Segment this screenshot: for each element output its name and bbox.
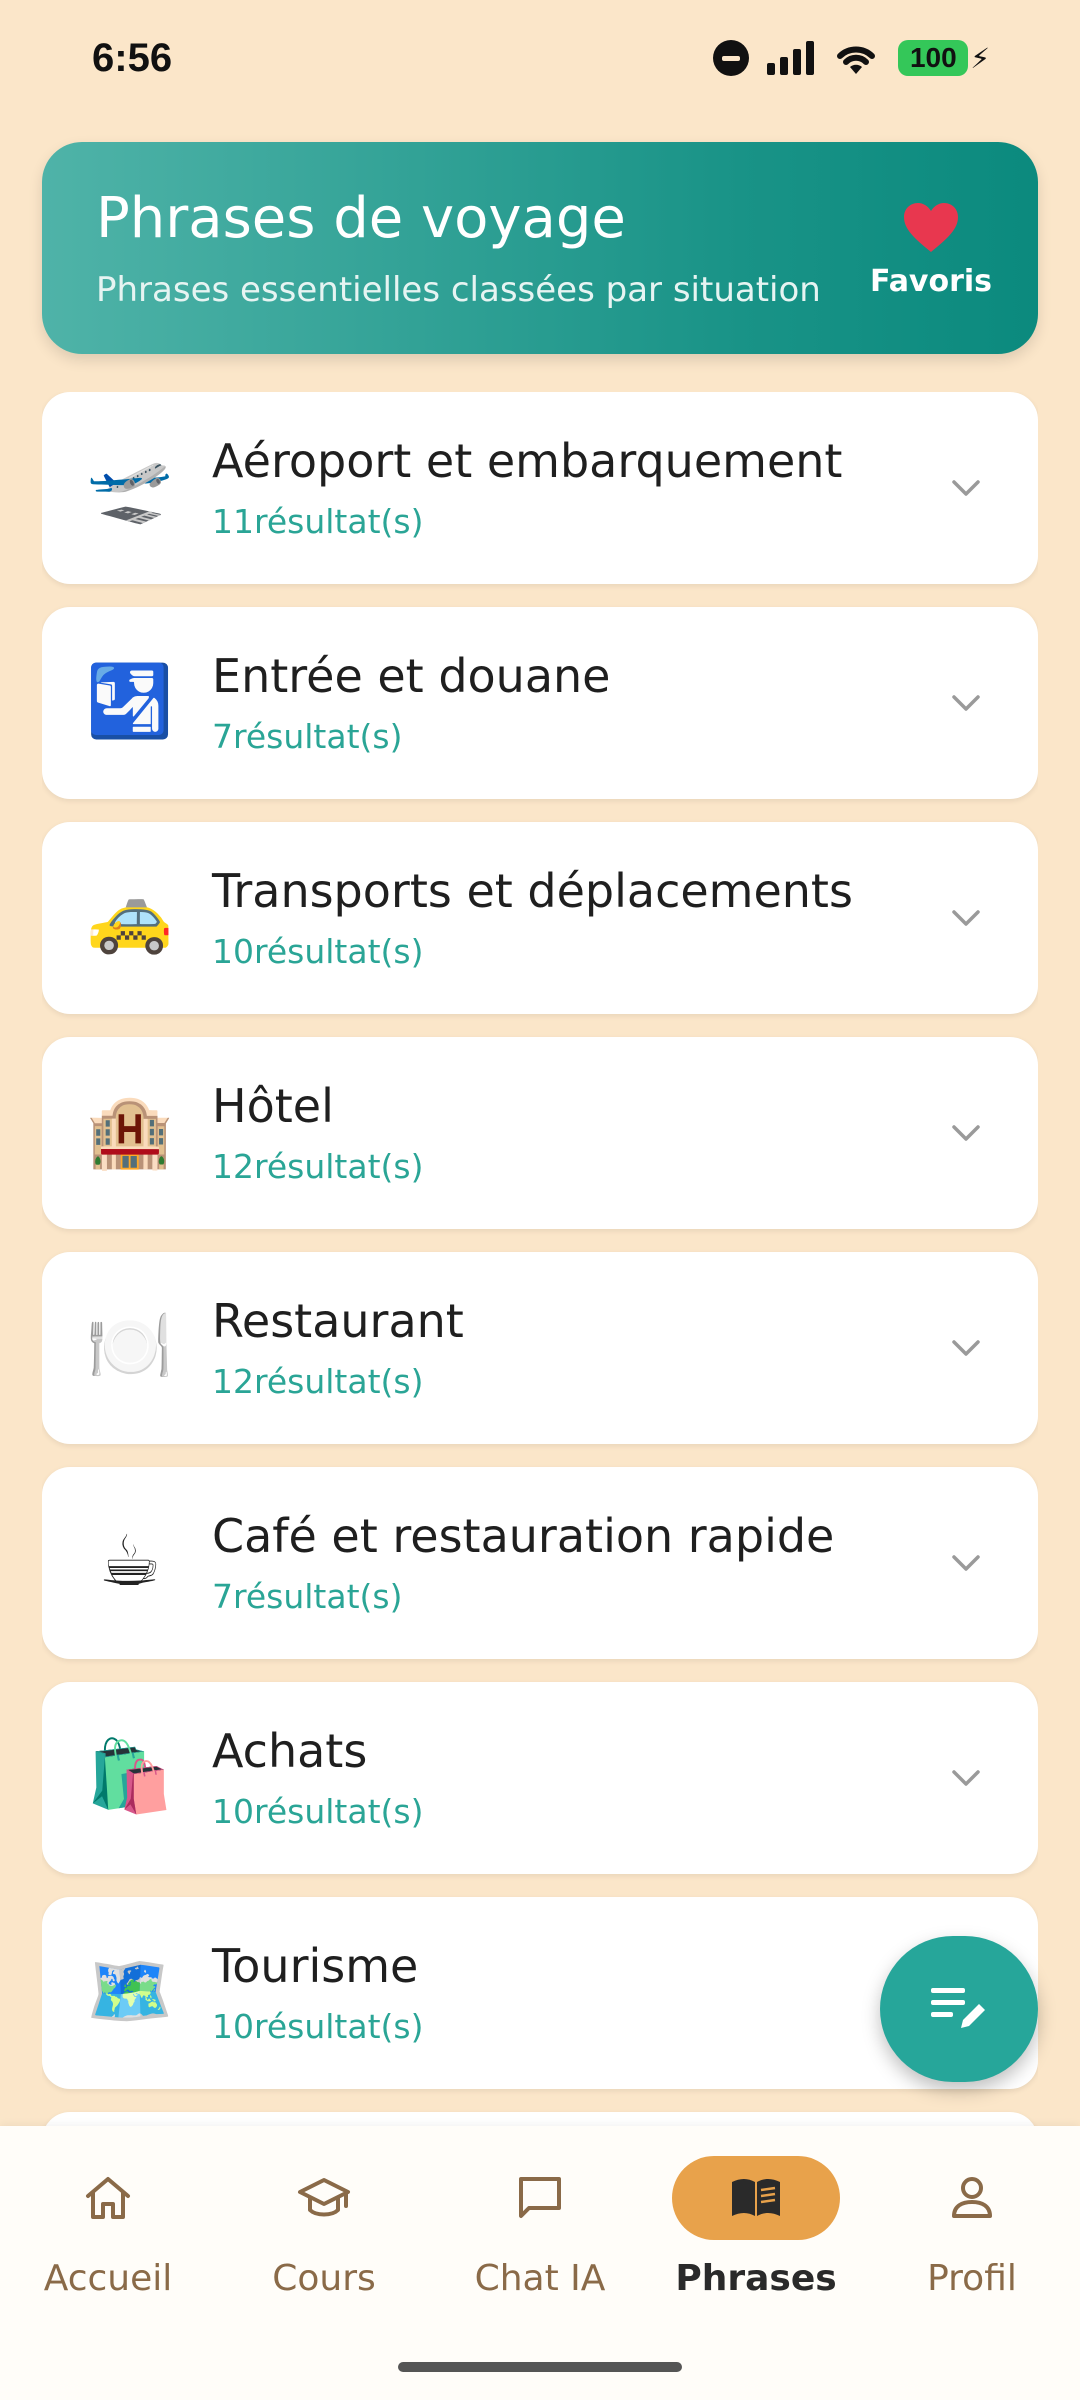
nav-item-phrases[interactable]: Phrases [648,2156,864,2326]
active-indicator [672,2156,840,2240]
chevron-down-icon [952,1340,980,1356]
shopping-bags-icon: 🛍️ [86,1735,174,1817]
charging-bolt-icon: ⚡ [970,41,990,75]
category-item-shopping[interactable]: 🛍️ Achats 10résultat(s) [42,1682,1038,1874]
bottom-navigation: Accueil Cours Chat IA Phrases Profil [0,2126,1080,2400]
battery-indicator: 100 ⚡ [898,40,990,76]
do-not-disturb-icon [713,40,750,76]
taxi-icon: 🚕 [86,875,174,957]
nav-label: Profil [927,2258,1017,2299]
person-icon [952,2177,992,2218]
chevron-down-icon [952,480,980,496]
heart-icon [904,203,958,252]
category-item-customs[interactable]: 🛂 Entrée et douane 7résultat(s) [42,607,1038,799]
home-indicator[interactable] [398,2362,682,2372]
hotel-icon: 🏨 [86,1090,174,1172]
category-item-cafe[interactable]: ☕ Café et restauration rapide 7résultat(… [42,1467,1038,1659]
battery-level: 100 [898,40,969,76]
category-title: Aéroport et embarquement [212,434,843,488]
passport-control-icon: 🛂 [86,660,174,742]
category-title: Entrée et douane [212,649,611,703]
category-count: 7résultat(s) [212,717,403,756]
nav-label: Chat IA [474,2258,606,2299]
page-title: Phrases de voyage [96,186,626,251]
nav-item-chat-ia[interactable]: Chat IA [432,2156,648,2326]
nav-item-cours[interactable]: Cours [216,2156,432,2326]
category-title: Hôtel [212,1079,334,1133]
category-title: Restaurant [212,1294,464,1348]
category-count: 11résultat(s) [212,502,424,541]
favorites-label: Favoris [869,264,993,299]
category-title: Achats [212,1724,368,1778]
nav-label: Cours [272,2258,376,2299]
status-bar: 6:56 100 ⚡ [0,0,1080,124]
nav-label: Accueil [43,2258,173,2299]
category-count: 12résultat(s) [212,1147,424,1186]
plate-cutlery-icon: 🍽️ [86,1305,174,1387]
book-icon [732,2179,780,2216]
nav-item-accueil[interactable]: Accueil [0,2156,216,2326]
page-subtitle: Phrases essentielles classées par situat… [96,270,821,310]
chevron-down-icon [952,1125,980,1141]
category-list: 🛫 Aéroport et embarquement 11résultat(s)… [42,392,1038,2128]
chat-bubble-icon [519,2177,561,2218]
category-count: 10résultat(s) [212,932,424,971]
nav-item-profil[interactable]: Profil [864,2156,1080,2326]
edit-list-icon [931,1988,985,2028]
graduation-cap-icon [298,2178,350,2217]
header-card: Phrases de voyage Phrases essentielles c… [42,142,1038,354]
status-time: 6:56 [92,36,173,80]
category-count: 10résultat(s) [212,2007,424,2046]
favorites-button[interactable]: Favoris [870,202,992,312]
airplane-departure-icon: 🛫 [86,445,174,527]
category-title: Tourisme [212,1939,419,1993]
chevron-down-icon [952,1555,980,1571]
category-title: Café et restauration rapide [212,1509,835,1563]
status-icons: 100 ⚡ [713,40,990,76]
category-item-transport[interactable]: 🚕 Transports et déplacements 10résultat(… [42,822,1038,1014]
hot-beverage-icon: ☕ [98,1520,162,1602]
category-item-hotel[interactable]: 🏨 Hôtel 12résultat(s) [42,1037,1038,1229]
category-item-restaurant[interactable]: 🍽️ Restaurant 12résultat(s) [42,1252,1038,1444]
wifi-icon [837,46,876,74]
category-count: 7résultat(s) [212,1577,403,1616]
world-map-icon: 🗺️ [86,1950,174,2032]
category-item-airport[interactable]: 🛫 Aéroport et embarquement 11résultat(s) [42,392,1038,584]
category-count: 10résultat(s) [212,1792,424,1831]
chevron-down-icon [952,910,980,926]
chevron-down-icon [952,1770,980,1786]
cellular-signal-icon [767,41,815,75]
category-count: 12résultat(s) [212,1362,424,1401]
edit-notes-fab[interactable] [880,1936,1038,2082]
chevron-down-icon [952,695,980,711]
nav-label: Phrases [675,2258,837,2299]
home-icon [86,2177,130,2219]
category-title: Transports et déplacements [212,864,853,918]
